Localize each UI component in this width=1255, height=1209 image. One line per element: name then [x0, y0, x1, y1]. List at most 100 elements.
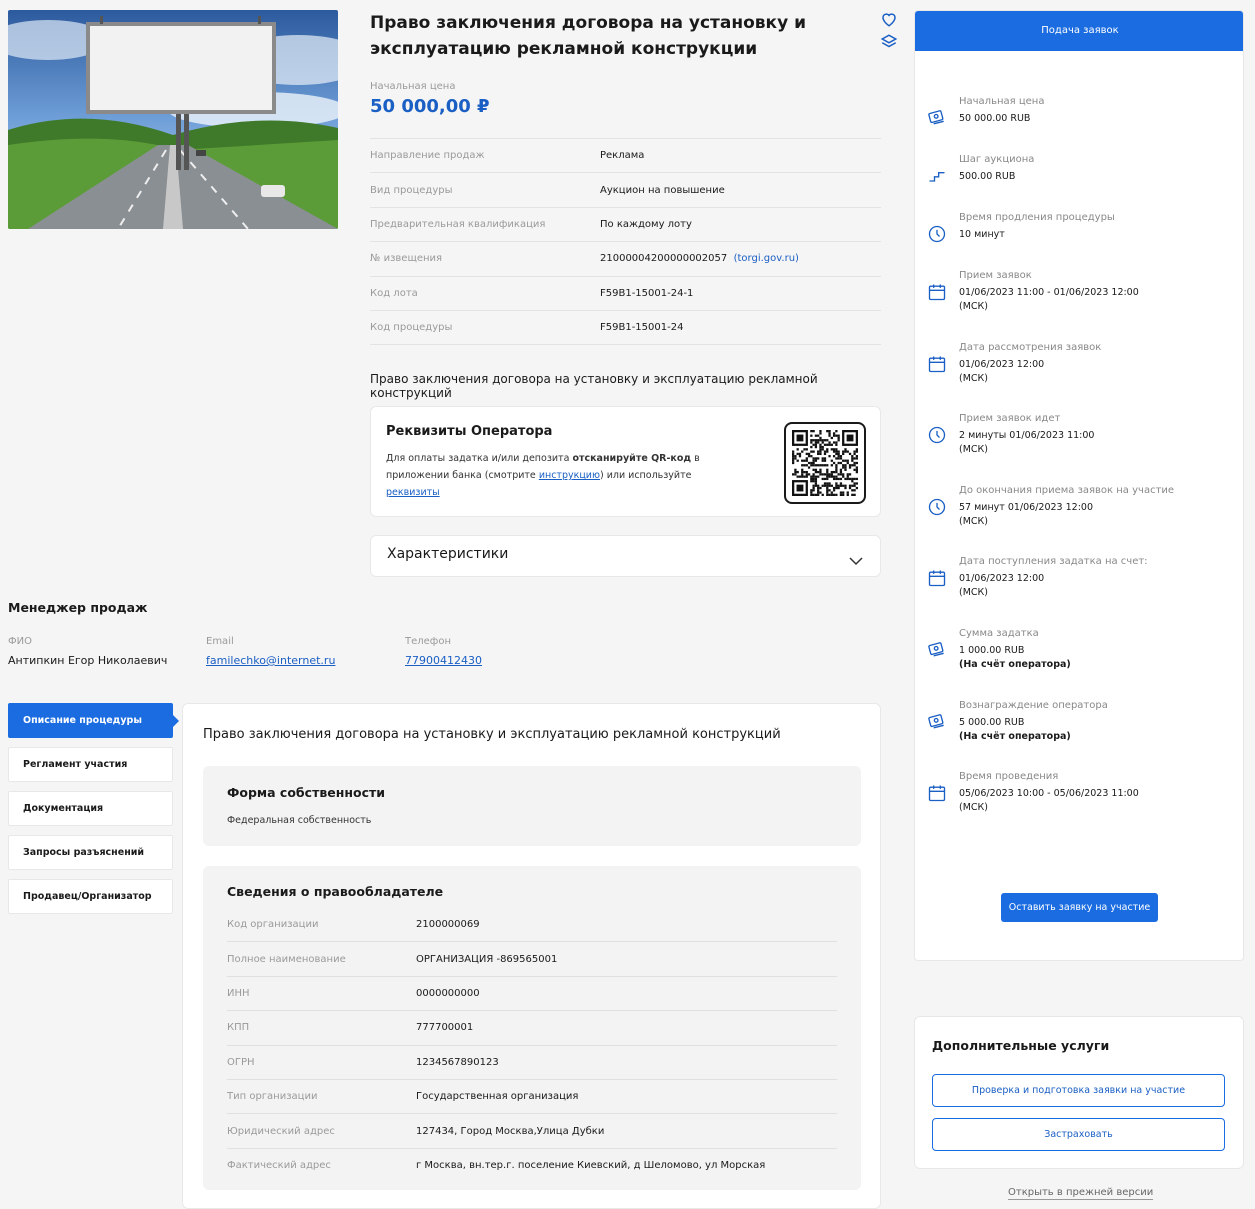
- sidebar-info-value: 05/06/2023 10:00 - 05/06/2023 11:00 (МСК): [959, 787, 1139, 815]
- extra-services-card: Дополнительные услуги Проверка и подгото…: [914, 1016, 1244, 1169]
- prop-key: Направление продаж: [370, 150, 485, 162]
- prop-key: Код лота: [370, 287, 418, 299]
- lot-code-link[interactable]: F59B1-15001-24-1: [600, 288, 693, 299]
- sidebar-info-line: (МСК): [959, 301, 988, 312]
- clock-icon: [927, 224, 947, 244]
- phone-link[interactable]: 77900412430: [405, 654, 482, 667]
- prop-value: Реклама: [600, 150, 645, 162]
- phone-label: Телефон: [405, 636, 452, 647]
- holder-key: Юридический адрес: [227, 1125, 335, 1137]
- sidebar-info-label: Дата поступления задатка на счет:: [959, 556, 1148, 567]
- holder-key: Полное наименование: [227, 953, 346, 965]
- calendar-icon: [927, 568, 947, 588]
- holder-box: Сведения о правообладателе Код организац…: [203, 866, 861, 1190]
- characteristics-panel[interactable]: Характеристики: [370, 535, 881, 577]
- money-icon: [927, 712, 947, 732]
- lot-title: Право заключения договора на установку и…: [370, 13, 806, 59]
- sidebar-info-label: Вознаграждение оператора: [959, 700, 1108, 711]
- old-version-link[interactable]: Открыть в прежней версии: [1008, 1187, 1154, 1200]
- sidebar-info-label: Время продления процедуры: [959, 212, 1115, 223]
- tab-clarification-requests[interactable]: Запросы разъяснений: [8, 835, 173, 870]
- extra-services-title: Дополнительные услуги: [932, 1038, 1110, 1053]
- sidebar-info-line: 50 000.00 RUB: [959, 113, 1031, 124]
- instruction-link[interactable]: инструкцию: [539, 470, 600, 481]
- holder-key: ОГРН: [227, 1056, 255, 1068]
- tab-documentation[interactable]: Документация: [8, 791, 173, 826]
- sidebar-info-value: 57 минут 01/06/2023 12:00 (МСК): [959, 501, 1093, 529]
- holder-value: 1234567890123: [416, 1056, 499, 1068]
- prop-row: Предварительная квалификация По каждому …: [370, 208, 881, 243]
- procedure-code-link[interactable]: F59B1-15001-24: [600, 322, 683, 333]
- sidebar-info-value: 01/06/2023 12:00 (МСК): [959, 358, 1044, 386]
- sidebar-info-label: Дата рассмотрения заявок: [959, 342, 1102, 353]
- holder-row: ИНН 0000000000: [227, 977, 837, 1012]
- tab-procedure-description[interactable]: Описание процедуры: [8, 703, 179, 738]
- holder-rows: Код организации 2100000069 Полное наимено…: [227, 908, 837, 1183]
- sidebar-info-label: Прием заявок идет: [959, 413, 1061, 424]
- tab-seller-organizer[interactable]: Продавец/Организатор: [8, 879, 173, 914]
- sidebar-info-line: 01/06/2023 12:00: [959, 359, 1045, 370]
- layers-icon[interactable]: [880, 33, 898, 51]
- holder-value: 127434, Город Москва,Улица Дубки: [416, 1125, 605, 1137]
- sidebar-info-value: 5 000.00 RUB (На счёт оператора): [959, 716, 1071, 744]
- operator-card: Реквизиты Оператора Для оплаты задатка и…: [370, 406, 881, 517]
- insure-button[interactable]: Застраховать: [932, 1118, 1225, 1151]
- sidebar-info-note: (На счёт оператора): [959, 731, 1071, 742]
- check-application-button[interactable]: Проверка и подготовка заявки на участие: [932, 1074, 1225, 1107]
- torgi-link[interactable]: (torgi.gov.ru): [734, 253, 799, 264]
- qr-code[interactable]: [784, 422, 866, 504]
- holder-row: Полное наименование ОРГАНИЗАЦИЯ -86956500…: [227, 942, 837, 977]
- procedure-panel: Право заключения договора на установку и…: [182, 703, 881, 1209]
- holder-key: Фактический адрес: [227, 1160, 331, 1172]
- email-label: Email: [206, 636, 234, 647]
- sidebar-info-line: (МСК): [959, 802, 988, 813]
- prop-value: По каждому лоту: [600, 218, 692, 230]
- holder-value: 0000000000: [416, 987, 480, 999]
- sidebar-info-line: 05/06/2023 10:00 - 05/06/2023 11:00: [959, 788, 1139, 799]
- operator-text-part: Для оплаты задатка и/или депозита: [386, 453, 573, 464]
- holder-row: Тип организации Государственная организац…: [227, 1080, 837, 1115]
- calendar-icon: [927, 783, 947, 803]
- sidebar-info-line: (МСК): [959, 516, 988, 527]
- holder-key: Код организации: [227, 919, 319, 931]
- holder-row: Юридический адрес 127434, Город Москва,Ул…: [227, 1114, 837, 1149]
- holder-key: КПП: [227, 1022, 250, 1034]
- sidebar-info-note: (На счёт оператора): [959, 659, 1071, 670]
- ownership-value: Федеральная собственность: [227, 815, 372, 826]
- prop-row: Вид процедуры Аукцион на повышение: [370, 173, 881, 208]
- prop-key: Предварительная квалификация: [370, 218, 546, 230]
- ownership-box: Форма собственности Федеральная собствен…: [203, 766, 861, 846]
- sidebar-info-line: 01/06/2023 11:00 - 01/06/2023 12:00: [959, 287, 1139, 298]
- holder-title: Сведения о правообладателе: [227, 884, 444, 899]
- prop-key: Код процедуры: [370, 322, 453, 334]
- operator-text-part: ) или используйте: [599, 470, 692, 481]
- apply-button[interactable]: Оставить заявку на участие: [1001, 893, 1158, 922]
- sidebar-info-label: До окончания приема заявок на участие: [959, 485, 1175, 496]
- requisites-link[interactable]: реквизиты: [386, 487, 440, 498]
- tab-participation-rules[interactable]: Регламент участия: [8, 747, 173, 782]
- sidebar-info-line: (МСК): [959, 587, 988, 598]
- sidebar-info-value: 01/06/2023 11:00 - 01/06/2023 12:00 (МСК): [959, 286, 1139, 314]
- prop-row: Код лота F59B1-15001-24-1: [370, 277, 881, 311]
- sidebar-info-label: Время проведения: [959, 771, 1059, 782]
- heart-icon[interactable]: [880, 10, 898, 28]
- holder-key: ИНН: [227, 987, 250, 999]
- sidebar-info-line: (МСК): [959, 373, 988, 384]
- lot-properties: Направление продаж Реклама Вид процедуры…: [370, 138, 881, 346]
- sidebar-info-value: 10 минут: [959, 228, 1005, 242]
- sidebar-info-value: 1 000.00 RUB (На счёт оператора): [959, 644, 1071, 672]
- clock-icon: [927, 425, 947, 445]
- prop-row: № извещения 21000004200000002057 (torgi.…: [370, 242, 881, 277]
- sidebar-header: Подача заявок: [915, 11, 1243, 51]
- email-link[interactable]: familechko@internet.ru: [206, 654, 335, 667]
- sidebar-info-line: 57 минут 01/06/2023 12:00: [959, 502, 1093, 513]
- sidebar-info-label: Сумма задатка: [959, 628, 1039, 639]
- chevron-down-icon[interactable]: [849, 551, 863, 566]
- money-icon: [927, 640, 947, 660]
- holder-value: ОРГАНИЗАЦИЯ -869565001: [416, 953, 558, 965]
- sidebar-info-value: 01/06/2023 12:00 (МСК): [959, 572, 1044, 600]
- lot-photo[interactable]: [8, 10, 338, 229]
- sidebar-info-line: 5 000.00 RUB: [959, 717, 1025, 728]
- holder-value: Государственная организация: [416, 1091, 579, 1103]
- sidebar-info-label: Начальная цена: [959, 96, 1045, 107]
